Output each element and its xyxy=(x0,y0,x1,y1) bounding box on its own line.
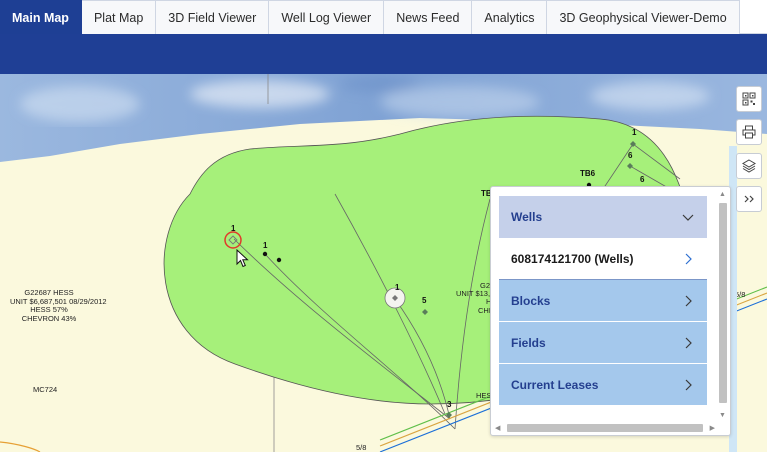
lease-label-partial: 5/8 xyxy=(356,443,367,452)
print-button[interactable] xyxy=(736,119,762,145)
scroll-down-icon[interactable]: ▼ xyxy=(719,412,726,419)
lease-label-g22687: G22687 HESS UNIT $6,687,501 08/29/2012 H… xyxy=(10,288,107,323)
tab-news-feed[interactable]: News Feed xyxy=(384,0,473,34)
qr-code-button[interactable] xyxy=(736,86,762,112)
scrollbar-thumb[interactable] xyxy=(507,424,703,432)
well-label: 6 xyxy=(628,151,633,160)
expand-panel-button[interactable] xyxy=(736,186,762,212)
well-label: TB6 xyxy=(580,169,596,178)
wells-header[interactable]: Wells xyxy=(499,196,707,238)
header-bar xyxy=(0,34,767,74)
scrollbar-thumb[interactable] xyxy=(719,203,727,403)
well-result-label: 608174121700 (Wells) xyxy=(511,251,634,266)
chevron-right-icon xyxy=(685,295,692,307)
lease-label-partial: UNIT $13, xyxy=(456,289,491,298)
tab-3d-field-viewer[interactable]: 3D Field Viewer xyxy=(156,0,270,34)
tab-3d-geophysical-viewer[interactable]: 3D Geophysical Viewer-Demo xyxy=(547,0,740,34)
layer-results-list: Wells 608174121700 (Wells) Blocks Fields… xyxy=(499,196,707,406)
mouse-cursor-icon xyxy=(236,249,249,268)
category-label: Fields xyxy=(511,335,546,350)
layer-results-panel: Wells 608174121700 (Wells) Blocks Fields… xyxy=(490,186,731,436)
category-blocks[interactable]: Blocks xyxy=(499,280,707,322)
chevron-down-icon xyxy=(682,214,694,221)
wells-header-label: Wells xyxy=(511,210,543,224)
well-label: 1 xyxy=(263,241,268,250)
scroll-right-icon[interactable]: ▶ xyxy=(710,424,715,432)
qr-code-icon xyxy=(742,92,756,106)
chevron-right-icon xyxy=(685,253,692,265)
category-current-leases[interactable]: Current Leases xyxy=(499,364,707,406)
well-label: 1 xyxy=(632,128,637,137)
scroll-up-icon[interactable]: ▲ xyxy=(719,191,726,198)
category-label: Blocks xyxy=(511,293,551,308)
layers-button[interactable] xyxy=(736,153,762,179)
well-label: 1 xyxy=(231,224,236,233)
well-label: 6 xyxy=(640,175,645,184)
chevron-right-icon xyxy=(685,379,692,391)
category-fields[interactable]: Fields xyxy=(499,322,707,364)
well-label: 5 xyxy=(422,296,427,305)
well-label: 1 xyxy=(395,283,400,292)
tab-plat-map[interactable]: Plat Map xyxy=(81,0,157,34)
tab-analytics[interactable]: Analytics xyxy=(472,0,548,34)
category-label: Current Leases xyxy=(511,377,599,392)
scroll-left-icon[interactable]: ◀ xyxy=(495,424,500,432)
expand-icon xyxy=(744,195,754,203)
lease-label-mc724: MC724 xyxy=(33,385,58,394)
well-label: 3 xyxy=(447,400,452,409)
vertical-scrollbar[interactable]: ▲ ▼ xyxy=(718,191,728,419)
horizontal-scrollbar[interactable]: ◀ ▶ xyxy=(495,423,715,433)
well-result-item[interactable]: 608174121700 (Wells) xyxy=(499,238,707,280)
tab-main-map[interactable]: Main Map xyxy=(0,0,82,34)
tab-bar: Main Map Plat Map 3D Field Viewer Well L… xyxy=(0,0,767,34)
tab-well-log-viewer[interactable]: Well Log Viewer xyxy=(269,0,385,34)
lease-label-line: CHEVRON 43% xyxy=(21,313,77,323)
layers-icon xyxy=(742,159,756,173)
chevron-right-icon xyxy=(685,337,692,349)
print-icon xyxy=(742,125,756,139)
